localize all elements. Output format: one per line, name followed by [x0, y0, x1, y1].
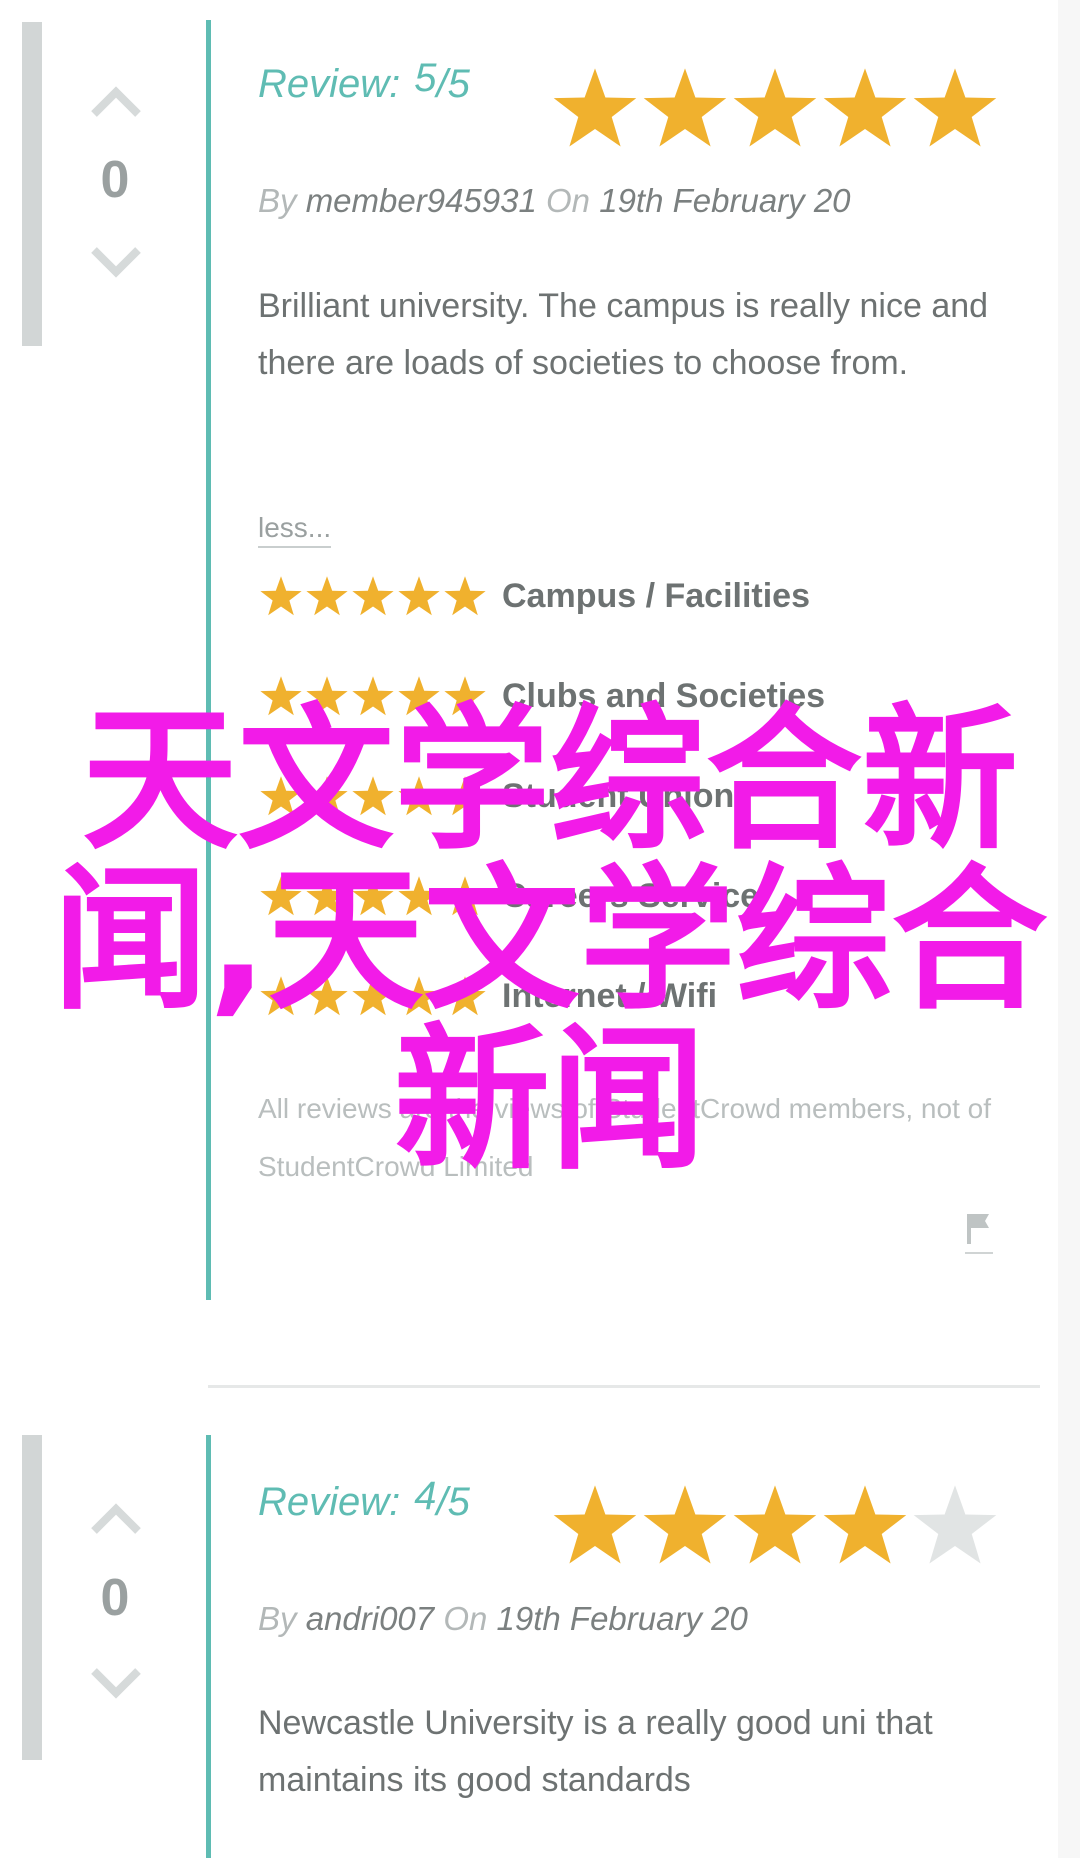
downvote-chevron-icon[interactable]	[90, 246, 142, 280]
review-score: 5/5	[414, 56, 470, 107]
star-filled-icon	[823, 68, 907, 147]
star-filled-icon	[260, 876, 302, 916]
review-disclaimer: All reviews are the views of StudentCrow…	[258, 1093, 991, 1182]
category-label: Campus / Facilities	[502, 576, 810, 615]
star-filled-icon	[306, 776, 348, 816]
star-filled-icon	[643, 1485, 727, 1564]
star-filled-icon	[306, 676, 348, 716]
star-filled-icon	[352, 776, 394, 816]
star-filled-icon	[260, 776, 302, 816]
author-name[interactable]: member945931	[306, 182, 537, 219]
category-row: Campus / Facilities	[258, 574, 810, 618]
author-name[interactable]: andri007	[306, 1600, 434, 1637]
review-card: 0 Review: 5/5 By member945931 On 19th Fe…	[0, 0, 1058, 1300]
star-filled-icon	[260, 676, 302, 716]
by-label: By	[258, 182, 297, 219]
upvote-chevron-icon[interactable]	[90, 84, 142, 118]
review-label: Review:	[258, 1480, 401, 1524]
star-filled-icon	[352, 676, 394, 716]
on-label: On	[546, 182, 591, 219]
accent-line	[206, 20, 211, 1300]
category-label: Internet / Wifi	[502, 976, 718, 1015]
review-card: 0 Review: 4/5 By andri007 On 19th Februa…	[0, 1435, 1058, 1858]
review-date: 19th February 20	[599, 182, 851, 219]
category-label: Clubs and Societies	[502, 676, 826, 715]
star-filled-icon	[260, 976, 302, 1016]
review-byline: By andri007 On 19th February 20	[258, 1600, 748, 1638]
review-label: Review:	[258, 62, 401, 106]
overall-rating-stars	[550, 1481, 1000, 1569]
on-label: On	[443, 1600, 488, 1637]
star-filled-icon	[444, 876, 486, 916]
score-value: 4	[414, 1474, 437, 1518]
star-filled-icon	[306, 876, 348, 916]
category-row: Careers Service	[258, 874, 759, 918]
star-filled-icon	[398, 776, 440, 816]
review-date: 19th February 20	[496, 1600, 748, 1637]
vote-count: 0	[100, 1569, 130, 1627]
downvote-chevron-icon[interactable]	[90, 1667, 142, 1701]
category-row: Internet / Wifi	[258, 974, 717, 1018]
star-filled-icon	[553, 1485, 637, 1564]
star-filled-icon	[306, 976, 348, 1016]
reviews-page: 0 Review: 5/5 By member945931 On 19th Fe…	[0, 0, 1058, 1858]
review-text: Brilliant university. The campus is real…	[258, 287, 989, 382]
star-filled-icon	[823, 1485, 907, 1564]
category-row: Student Union	[258, 774, 734, 818]
category-stars	[258, 774, 490, 818]
star-filled-icon	[553, 68, 637, 147]
star-empty-icon	[913, 1485, 997, 1564]
vote-count: 0	[100, 151, 130, 209]
star-filled-icon	[444, 676, 486, 716]
star-filled-icon	[306, 576, 348, 616]
accent-line	[206, 1435, 211, 1858]
score-suffix: /5	[436, 62, 470, 106]
star-filled-icon	[398, 876, 440, 916]
overall-rating-stars	[550, 64, 1000, 152]
review-divider	[208, 1385, 1040, 1388]
category-stars	[258, 874, 490, 918]
star-filled-icon	[444, 576, 486, 616]
star-filled-icon	[398, 576, 440, 616]
star-filled-icon	[444, 976, 486, 1016]
score-suffix: /5	[436, 1480, 470, 1524]
star-filled-icon	[352, 576, 394, 616]
star-filled-icon	[398, 976, 440, 1016]
review-heading: Review: 5/5	[258, 56, 470, 107]
star-filled-icon	[643, 68, 727, 147]
by-label: By	[258, 1600, 297, 1637]
category-stars	[258, 674, 490, 718]
star-filled-icon	[913, 68, 997, 147]
score-value: 5	[414, 56, 437, 100]
star-filled-icon	[352, 976, 394, 1016]
category-stars	[258, 574, 490, 618]
category-row: Clubs and Societies	[258, 674, 825, 718]
category-label: Student Union	[502, 776, 735, 815]
report-flag-icon[interactable]	[965, 1210, 993, 1254]
star-filled-icon	[444, 776, 486, 816]
review-score: 4/5	[414, 1474, 470, 1525]
star-filled-icon	[260, 576, 302, 616]
vote-rail	[22, 22, 42, 346]
vote-rail	[22, 1435, 42, 1760]
star-filled-icon	[733, 68, 817, 147]
upvote-chevron-icon[interactable]	[90, 1501, 142, 1535]
star-filled-icon	[733, 1485, 817, 1564]
less-link[interactable]: less...	[258, 512, 332, 548]
star-filled-icon	[398, 676, 440, 716]
category-label: Careers Service	[502, 876, 760, 915]
category-stars	[258, 974, 490, 1018]
review-heading: Review: 4/5	[258, 1474, 470, 1525]
review-text: Newcastle University is a really good un…	[258, 1704, 933, 1799]
review-byline: By member945931 On 19th February 20	[258, 182, 851, 220]
star-filled-icon	[352, 876, 394, 916]
